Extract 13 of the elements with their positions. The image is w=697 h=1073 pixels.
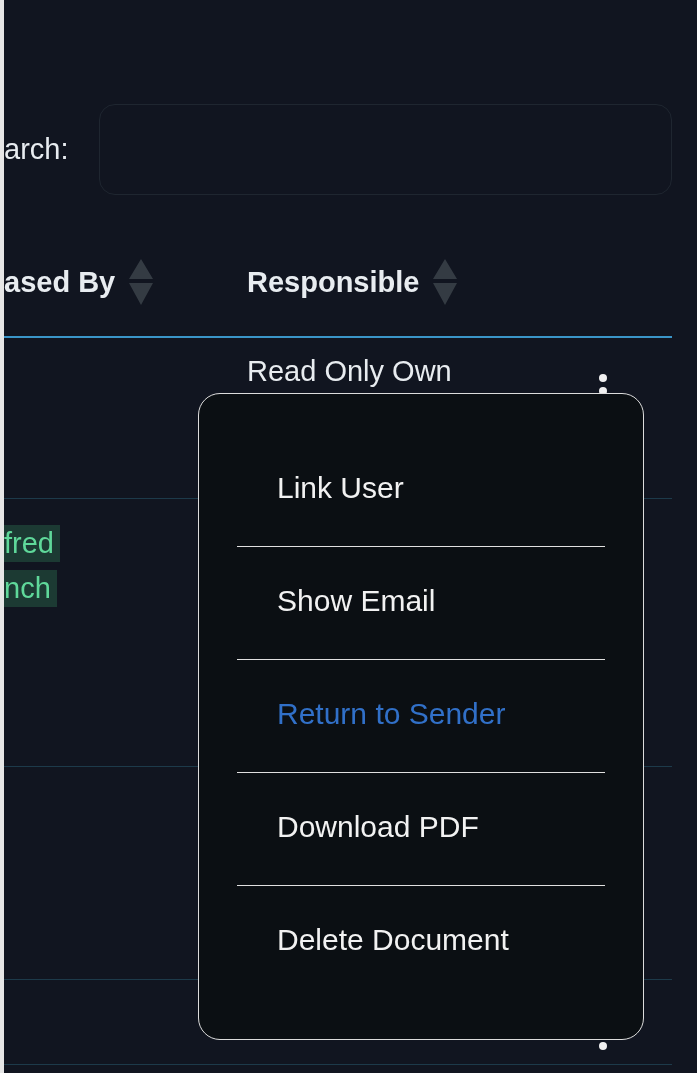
menu-item[interactable]: Download PDF [237,773,605,886]
search-label: arch: [4,133,69,166]
column-header[interactable]: Responsible [247,265,420,299]
table-cell: Read Only Own [247,355,452,387]
user-tag: fred [4,525,60,562]
menu-item[interactable]: Return to Sender [237,660,605,773]
user-tag: nch [4,570,57,607]
menu-item[interactable]: Delete Document [237,886,605,999]
column-header[interactable]: ased By [4,265,116,299]
menu-item[interactable]: Show Email [237,547,605,660]
sort-icon[interactable] [129,259,154,305]
menu-item[interactable]: Link User [237,434,605,547]
sort-icon[interactable] [433,259,458,305]
